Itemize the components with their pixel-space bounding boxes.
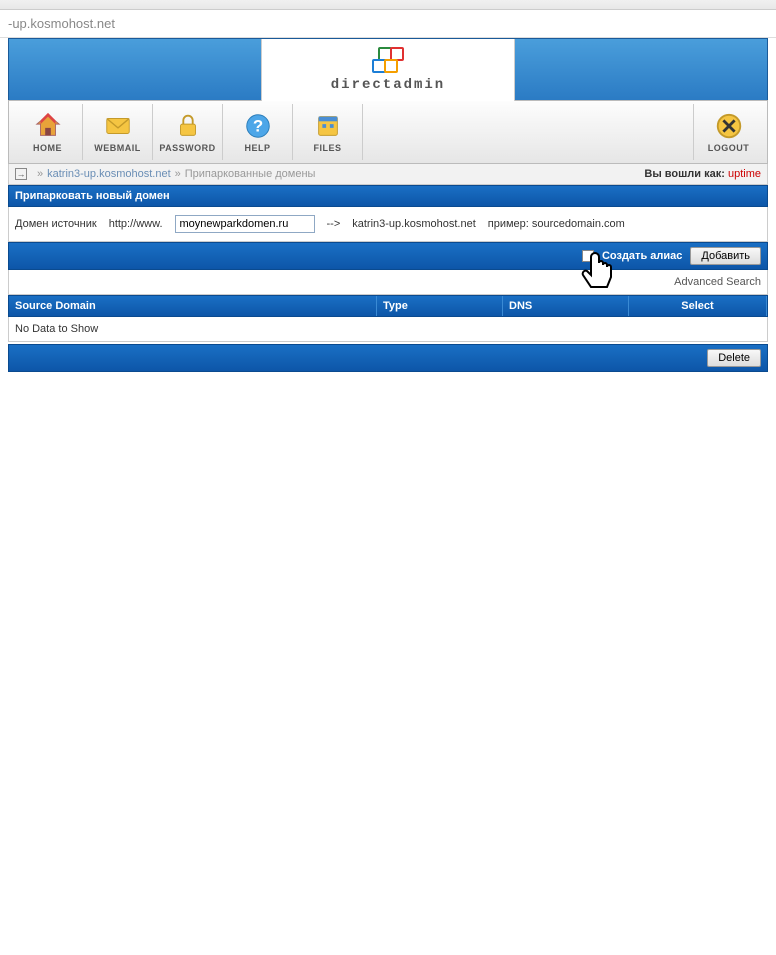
breadcrumb-domain[interactable]: katrin3-up.kosmohost.net [47, 168, 171, 180]
header-banner: directadmin [8, 38, 768, 100]
section-header: Припарковать новый домен [8, 185, 768, 207]
alias-checkbox[interactable] [582, 250, 594, 262]
breadcrumb-sep: » [37, 168, 43, 180]
logo-icon [372, 47, 404, 73]
alias-label: Создать алиас [602, 250, 682, 262]
address-bar: -up.kosmohost.net [0, 10, 776, 38]
th-source[interactable]: Source Domain [9, 296, 377, 316]
logo-text: directadmin [331, 77, 445, 93]
files-button[interactable]: FILES [293, 104, 363, 160]
target-domain: katrin3-up.kosmohost.net [352, 218, 476, 230]
logout-label: LOGOUT [708, 143, 750, 153]
th-dns[interactable]: DNS [503, 296, 629, 316]
breadcrumb-page: Припаркованные домены [185, 168, 316, 180]
th-select[interactable]: Select [629, 296, 767, 316]
footer-bar: Delete [8, 344, 768, 372]
help-button[interactable]: ? HELP [223, 104, 293, 160]
advanced-search-link[interactable]: Advanced Search [8, 270, 768, 295]
webmail-icon [103, 111, 133, 141]
password-label: PASSWORD [159, 143, 215, 153]
action-bar: Создать алиас Добавить [8, 242, 768, 270]
password-icon [173, 111, 203, 141]
login-label: Вы вошли как: [644, 168, 725, 180]
webmail-label: WEBMAIL [94, 143, 141, 153]
http-prefix: http://www. [109, 218, 163, 230]
login-info: Вы вошли как: uptime [644, 168, 761, 180]
table-header: Source Domain Type DNS Select [8, 295, 768, 317]
password-button[interactable]: PASSWORD [153, 104, 223, 160]
no-data-row: No Data to Show [8, 317, 768, 342]
home-icon [33, 111, 63, 141]
home-button[interactable]: HOME [13, 104, 83, 160]
logo-box: directadmin [261, 39, 515, 101]
breadcrumb: → » katrin3-up.kosmohost.net » Припарков… [8, 164, 768, 185]
domain-input[interactable] [175, 215, 315, 233]
files-label: FILES [313, 143, 341, 153]
help-label: HELP [244, 143, 270, 153]
form-row: Домен источник http://www. --> katrin3-u… [8, 207, 768, 242]
logout-icon [714, 111, 744, 141]
browser-chrome [0, 0, 776, 10]
breadcrumb-sep: » [175, 168, 181, 180]
th-type[interactable]: Type [377, 296, 503, 316]
example-text: пример: sourcedomain.com [488, 218, 625, 230]
source-label: Домен источник [15, 218, 97, 230]
breadcrumb-icon[interactable]: → [15, 168, 27, 180]
toolbar: HOME WEBMAIL PASSWORD ? HELP FILES LOGOU… [8, 100, 768, 164]
svg-text:?: ? [252, 117, 262, 136]
home-label: HOME [33, 143, 62, 153]
webmail-button[interactable]: WEBMAIL [83, 104, 153, 160]
url-text: -up.kosmohost.net [8, 16, 115, 31]
files-icon [313, 111, 343, 141]
logout-button[interactable]: LOGOUT [693, 104, 763, 160]
login-user[interactable]: uptime [728, 168, 761, 180]
help-icon: ? [243, 111, 273, 141]
delete-button[interactable]: Delete [707, 349, 761, 367]
add-button[interactable]: Добавить [690, 247, 761, 265]
arrow-text: --> [327, 218, 341, 230]
